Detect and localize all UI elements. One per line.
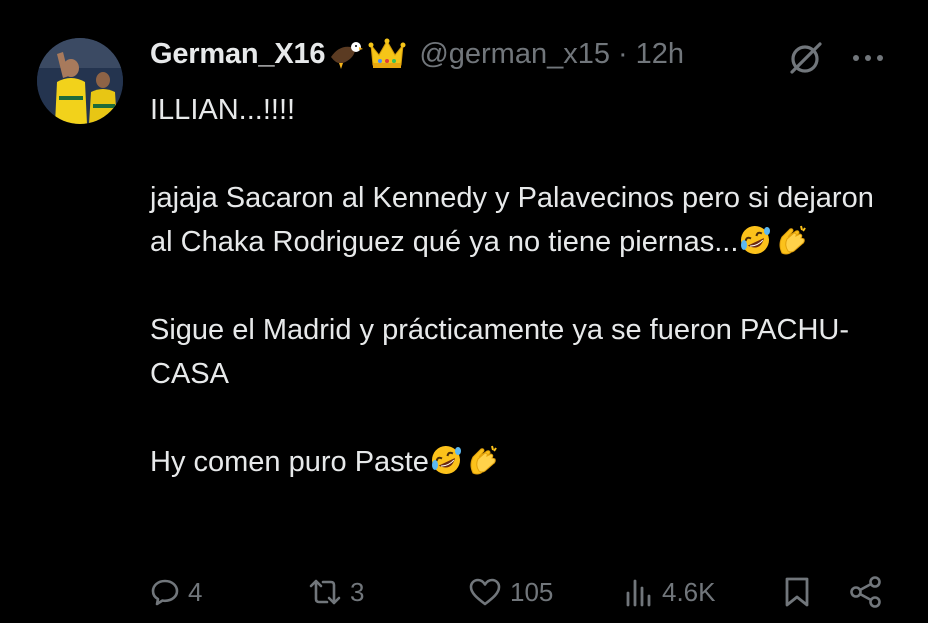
tweet-paragraph: Hy comen puro Paste (150, 440, 895, 484)
share-button[interactable] (848, 572, 884, 612)
rolling-laughing-emoji-icon (429, 443, 463, 477)
clapping-hands-emoji-icon (774, 223, 808, 257)
reply-button[interactable]: 4 (150, 572, 202, 612)
avatar[interactable] (37, 38, 123, 124)
crown-icon (367, 37, 407, 71)
like-button[interactable]: 105 (468, 572, 553, 612)
timestamp[interactable]: 12h (636, 38, 684, 71)
reply-icon (151, 579, 179, 606)
more-options-icon[interactable] (848, 40, 888, 76)
eagle-icon (329, 37, 364, 71)
rolling-laughing-emoji-icon (738, 223, 772, 257)
like-count: 105 (510, 576, 554, 607)
tweet-card[interactable]: German_X16 @german_x15 · 12h ILLIAN...!!… (0, 0, 928, 623)
repost-count: 3 (350, 576, 365, 607)
user-handle[interactable]: @german_x15 (419, 38, 610, 71)
tweet-paragraph-text: Hy comen puro Paste (150, 446, 429, 478)
reply-count: 4 (188, 576, 203, 607)
tweet-action-bar: 4 3 105 4.6K (150, 572, 895, 612)
grok-icon[interactable] (786, 38, 826, 78)
tweet-paragraph: ILLIAN...!!!! (150, 94, 296, 126)
heart-icon (469, 578, 501, 606)
repost-button[interactable]: 3 (308, 572, 364, 612)
tweet-header: German_X16 @german_x15 · 12h (150, 34, 684, 74)
tweet-paragraph: jajaja Sacaron al Kennedy y Palavecinos … (150, 176, 895, 264)
tweet-text: ILLIAN...!!!! jajaja Sacaron al Kennedy … (150, 88, 895, 484)
repost-icon (309, 579, 341, 605)
views-chart-icon (626, 579, 651, 607)
views-button[interactable]: 4.6K (624, 572, 716, 612)
share-icon (850, 576, 881, 608)
separator-dot: · (617, 37, 628, 70)
bookmark-button[interactable] (782, 572, 812, 612)
tweet-paragraph: Sigue el Madrid y prácticamente ya se fu… (150, 314, 849, 390)
avatar-image (37, 38, 123, 124)
bookmark-icon (785, 577, 809, 607)
display-name[interactable]: German_X16 (150, 38, 326, 71)
clapping-hands-emoji-icon (465, 443, 499, 477)
views-count: 4.6K (662, 576, 716, 607)
